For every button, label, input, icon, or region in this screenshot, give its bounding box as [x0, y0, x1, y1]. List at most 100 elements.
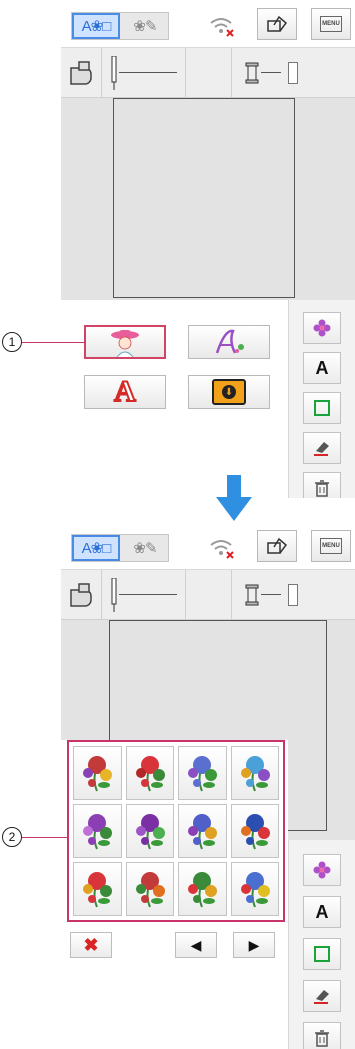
- flower-icon: [313, 861, 331, 879]
- alphabet-category-button[interactable]: A: [84, 375, 166, 409]
- divider: [231, 48, 232, 98]
- eraser-icon: [314, 442, 329, 456]
- script-a-icon: [215, 329, 244, 354]
- wifi-off-icon: [210, 540, 234, 559]
- side-tool-column: A: [288, 840, 355, 1049]
- pattern-tile[interactable]: [230, 746, 279, 800]
- frame-icon: [267, 537, 288, 554]
- pattern-tile[interactable]: [178, 804, 227, 858]
- stitch-edit-mode-button[interactable]: ❀✎: [121, 535, 169, 561]
- frame-icon: [267, 15, 288, 32]
- delete-button[interactable]: [303, 472, 341, 498]
- needle-icon: [111, 56, 117, 90]
- eraser-button[interactable]: [303, 980, 341, 1012]
- divider: [101, 48, 102, 98]
- menu-icon: MENU: [320, 538, 342, 554]
- floral-pattern-icon: [188, 872, 218, 908]
- callout-2-line: [22, 837, 68, 838]
- flower-icon: [313, 319, 331, 337]
- embroidery-edit-mode-button[interactable]: A❀□: [72, 535, 120, 561]
- pattern-tile[interactable]: [73, 746, 122, 800]
- previous-page-button[interactable]: ◀: [175, 932, 217, 958]
- pattern-button[interactable]: [303, 854, 341, 886]
- pattern-grid: [67, 740, 285, 922]
- stitch-edit-mode-button[interactable]: ❀✎: [121, 13, 169, 39]
- embroidery-hoop[interactable]: [113, 98, 295, 298]
- pattern-tile[interactable]: [73, 862, 122, 916]
- floral-pattern-icon: [135, 872, 165, 908]
- callout-1-line: [22, 342, 86, 343]
- pattern-tile[interactable]: [178, 746, 227, 800]
- eraser-button[interactable]: [303, 432, 341, 464]
- side-tool-column: A: [288, 300, 355, 498]
- divider: [231, 570, 232, 620]
- letter-a-icon: A: [315, 357, 329, 378]
- menu-button[interactable]: MENU: [311, 530, 351, 562]
- square-icon: [314, 400, 330, 416]
- frame-move-button[interactable]: [257, 530, 297, 562]
- mode-switch: A❀□ ❀✎: [71, 534, 169, 562]
- spool-icon: [245, 62, 259, 84]
- pattern-tile[interactable]: [230, 862, 279, 916]
- arrow-down-icon: [216, 475, 252, 521]
- script-alphabet-category-button[interactable]: [188, 325, 270, 359]
- floral-pattern-icon: [135, 814, 165, 850]
- pattern-button[interactable]: [303, 312, 341, 344]
- callout-1: 1: [2, 332, 22, 352]
- top-toolbar: A❀□ ❀✎ MENU: [61, 0, 355, 48]
- trash-icon: [315, 1030, 329, 1047]
- presser-foot-icon: [70, 583, 92, 607]
- frame-move-button[interactable]: [257, 8, 297, 40]
- category-panel: A ⬇: [61, 300, 288, 498]
- embroidery-pattern-category-button[interactable]: [84, 325, 166, 359]
- close-button[interactable]: ✖: [70, 932, 112, 958]
- callout-2: 2: [2, 827, 22, 847]
- status-info-bar: [61, 48, 355, 98]
- divider: [101, 570, 102, 620]
- bobbin-indicator: [288, 62, 298, 84]
- letter-a-icon: A: [315, 901, 329, 922]
- next-page-button[interactable]: ▶: [233, 932, 275, 958]
- bobbin-indicator: [288, 584, 298, 606]
- floral-pattern-icon: [240, 756, 270, 792]
- menu-icon: MENU: [320, 16, 342, 32]
- square-icon: [314, 946, 330, 962]
- alphabet-a-icon: A: [113, 375, 137, 408]
- character-button[interactable]: A: [303, 352, 341, 384]
- pattern-tile[interactable]: [125, 804, 174, 858]
- pattern-tile[interactable]: [230, 804, 279, 858]
- pattern-tile[interactable]: [125, 746, 174, 800]
- floral-pattern-icon: [240, 872, 270, 908]
- needle-position-line: [119, 594, 177, 595]
- screen-category-select: A❀□ ❀✎ MENU A ⬇ A: [61, 0, 355, 498]
- spool-icon: [245, 584, 259, 606]
- floral-pattern-icon: [188, 814, 218, 850]
- presser-foot-icon: [70, 61, 92, 85]
- delete-button[interactable]: [303, 1022, 341, 1049]
- top-toolbar: A❀□ ❀✎ MENU: [61, 522, 355, 570]
- character-button[interactable]: A: [303, 896, 341, 928]
- frame-pattern-button[interactable]: [303, 938, 341, 970]
- embroidery-edit-mode-button[interactable]: A❀□: [72, 13, 120, 39]
- frame-pattern-button[interactable]: [303, 392, 341, 424]
- screen-pattern-select: A❀□ ❀✎ MENU ✖ ◀ ▶ A: [61, 522, 355, 1049]
- thread-line: [261, 72, 281, 73]
- needle-icon: [111, 578, 117, 612]
- eraser-icon: [314, 990, 329, 1004]
- floral-pattern-icon: [83, 814, 113, 850]
- pattern-selection-panel: ✖ ◀ ▶: [61, 740, 288, 1049]
- pattern-tile[interactable]: [178, 862, 227, 916]
- floral-pattern-icon: [240, 814, 270, 850]
- folder-download-icon: ⬇: [212, 379, 246, 405]
- menu-button[interactable]: MENU: [311, 8, 351, 40]
- mode-switch: A❀□ ❀✎: [71, 12, 169, 40]
- pattern-tile[interactable]: [73, 804, 122, 858]
- floral-pattern-icon: [135, 756, 165, 792]
- floral-pattern-icon: [188, 756, 218, 792]
- status-info-bar: [61, 570, 355, 620]
- saved-designs-category-button[interactable]: ⬇: [188, 375, 270, 409]
- lady-hat-pattern-icon: [111, 330, 139, 357]
- divider: [185, 48, 186, 98]
- pattern-tile[interactable]: [125, 862, 174, 916]
- thread-line: [261, 594, 281, 595]
